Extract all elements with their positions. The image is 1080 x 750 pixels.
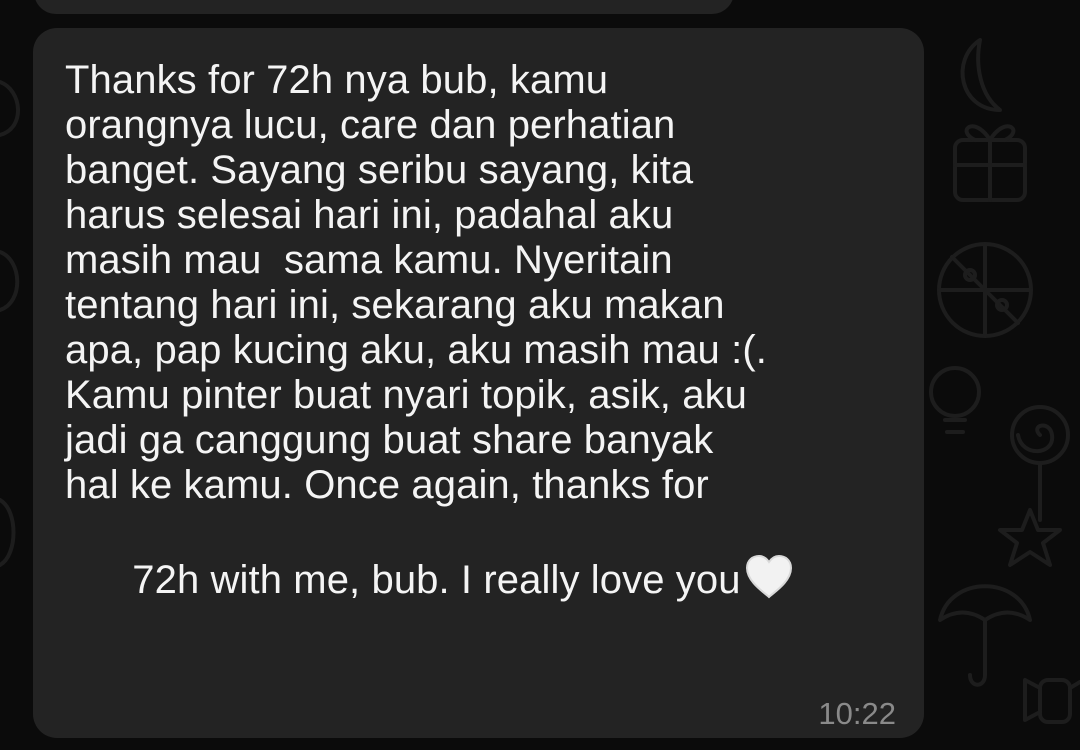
message-line: orangnya lucu, care dan perhatian: [65, 103, 676, 147]
message-timestamp: 10:22: [818, 696, 896, 731]
doodle-candy-icon: [1023, 678, 1080, 724]
doodle-lightbulb-icon: [929, 366, 981, 434]
doodle-star-icon: [998, 508, 1062, 567]
doodle-moon-icon: [960, 38, 1002, 112]
message-line: tentang hari ini, sekarang aku makan: [65, 283, 725, 327]
message-bubble[interactable]: Thanks for 72h nya bub, kamu orangnya lu…: [33, 28, 924, 738]
message-line-last: 72h with me, bub. I really love you: [65, 508, 905, 602]
message-line: banget. Sayang seribu sayang, kita: [65, 148, 694, 192]
message-line: hal ke kamu. Once again, thanks for: [65, 463, 709, 507]
message-line-last-text: 72h with me, bub. I really love you: [132, 558, 741, 602]
message-line: harus selesai hari ini, padahal aku: [65, 193, 674, 237]
message-line: Thanks for 72h nya bub, kamu: [65, 58, 609, 102]
previous-message-bubble[interactable]: [34, 0, 734, 14]
doodle-umbrella-icon: [938, 584, 1032, 687]
message-line: apa, pap kucing aku, aku masih mau :(.: [65, 328, 767, 372]
doodle-left-edge-icon: [0, 80, 20, 567]
message-line: masih mau sama kamu. Nyeritain: [65, 238, 673, 282]
message-text: Thanks for 72h nya bub, kamu orangnya lu…: [65, 58, 905, 602]
white-heart-icon: [745, 554, 792, 599]
message-line: jadi ga canggung buat share banyak: [65, 418, 714, 462]
doodle-gift-icon: [953, 124, 1027, 202]
doodle-lollipop-icon: [1010, 405, 1070, 522]
message-line: Kamu pinter buat nyari topik, asik, aku: [65, 373, 748, 417]
doodle-pizza-icon: [937, 242, 1033, 338]
